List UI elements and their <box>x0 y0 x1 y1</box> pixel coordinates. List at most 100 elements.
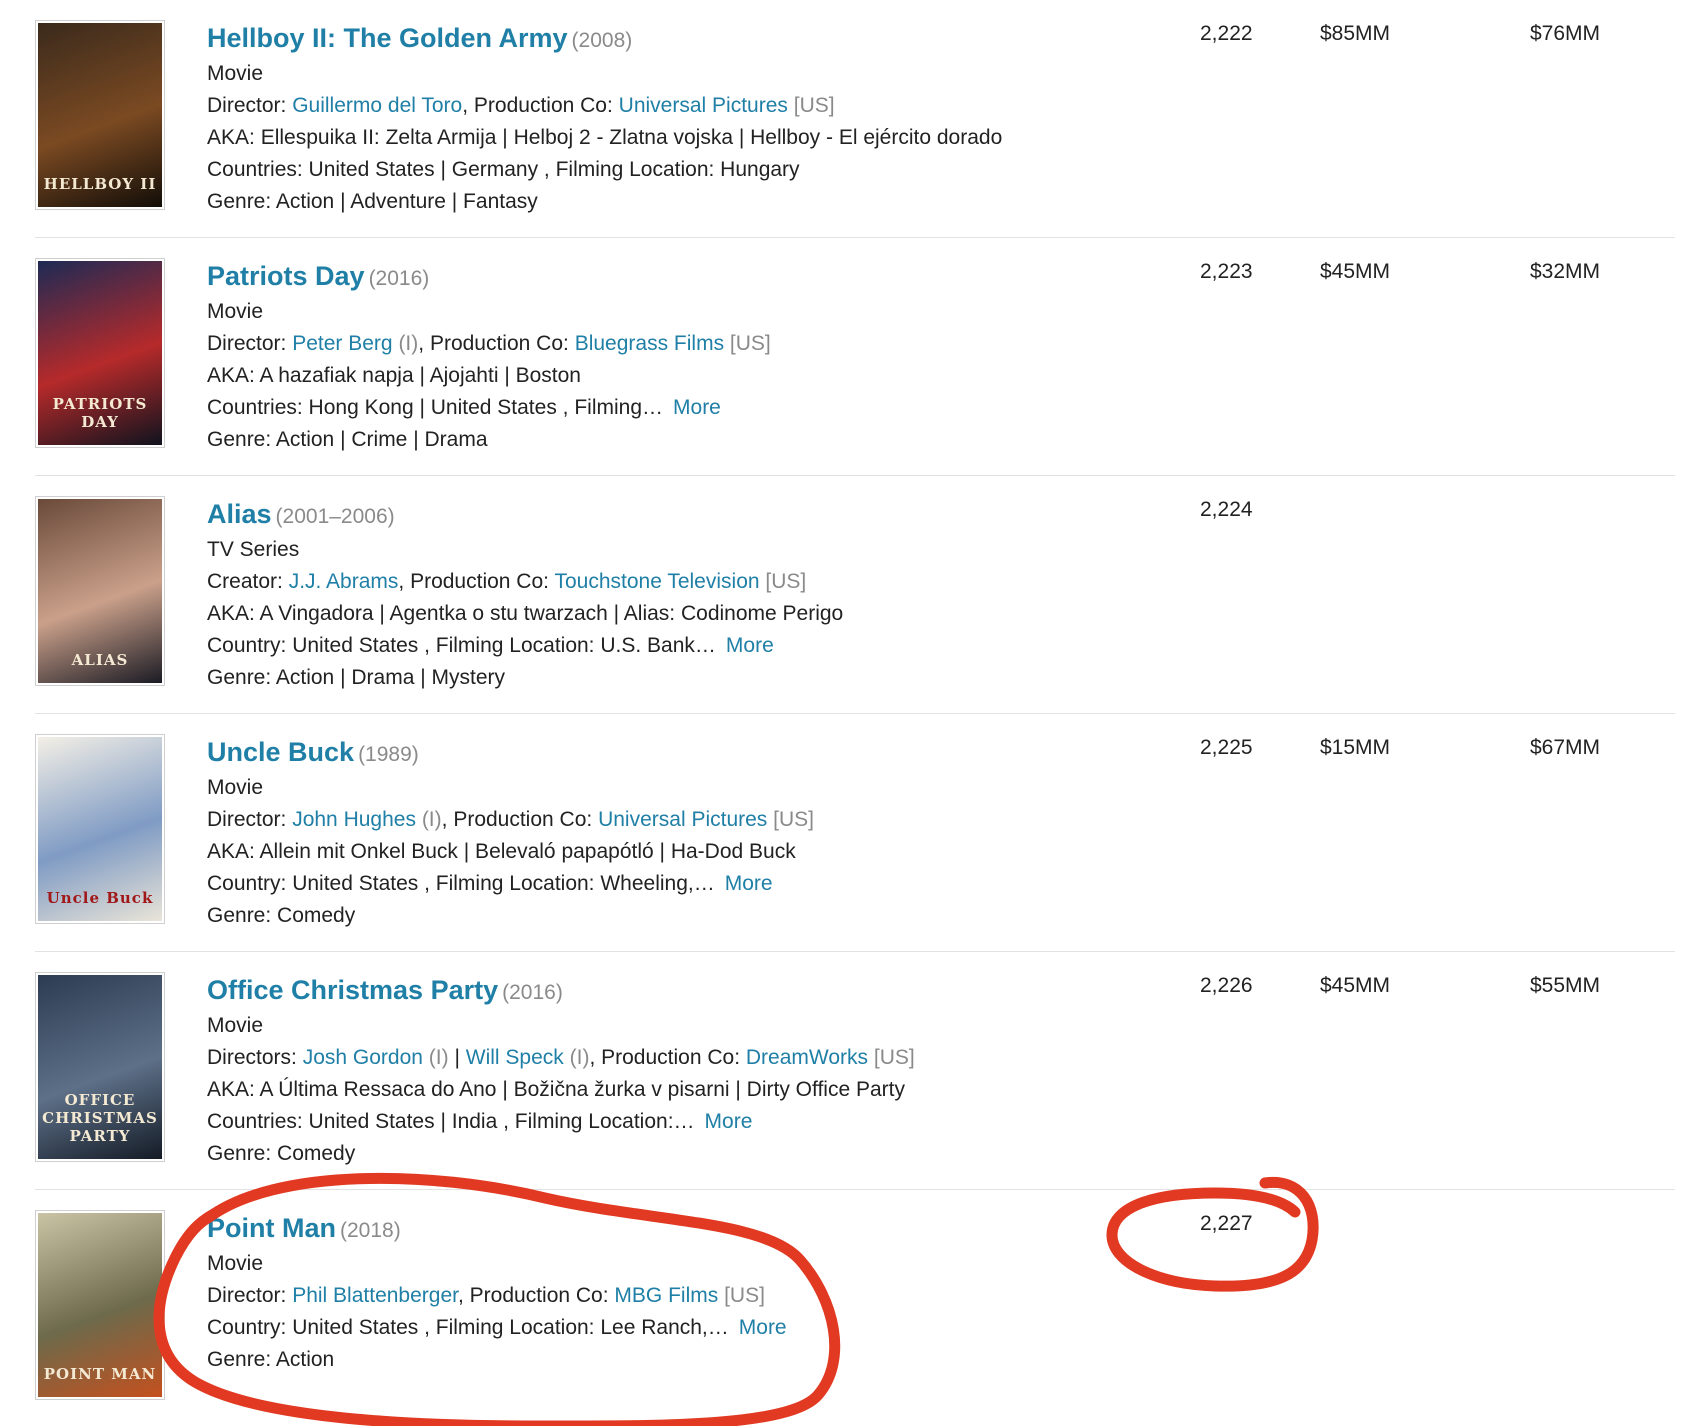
poster-thumbnail[interactable]: ALIAS <box>35 496 165 686</box>
title-info: Alias (2001–2006) TV Series Creator: J.J. A… <box>207 496 1107 694</box>
aka-line: AKA: Ellespuika II: Zelta Armija | Helbo… <box>207 126 1003 149</box>
genre-line: Genre: Action | Crime | Drama <box>207 428 488 451</box>
title-info: Point Man (2018) Movie Director: Phil Blatt… <box>207 1210 1107 1376</box>
rank-value: 2,224 <box>1200 498 1253 521</box>
director-link[interactable]: Guillermo del Toro <box>292 94 462 117</box>
aka-line: AKA: A Última Ressaca do Ano | Božična ž… <box>207 1078 905 1101</box>
poster-image: ALIAS <box>38 499 162 683</box>
title-year: (2016) <box>368 267 430 290</box>
rank-value: 2,223 <box>1200 260 1253 283</box>
director-label: Directors: <box>207 1046 297 1069</box>
credits-comma: , <box>398 570 411 593</box>
poster-image: PATRIOTS DAY <box>38 261 162 445</box>
credits-line: Director: John Hughes (I), Production Co… <box>207 804 1107 836</box>
director-suffix: (I) <box>421 808 442 831</box>
director-link[interactable]: Peter Berg <box>292 332 392 355</box>
poster-thumbnail[interactable]: HELLBOY II <box>35 20 165 210</box>
title-link[interactable]: Uncle Buck <box>207 737 354 767</box>
production-label: Production Co: <box>429 332 569 355</box>
poster-caption: POINT MAN <box>43 1365 157 1383</box>
gross-value: $55MM <box>1530 974 1601 997</box>
poster-caption: PATRIOTS DAY <box>52 395 148 431</box>
title-type: Movie <box>207 62 264 85</box>
genre-line: Genre: Comedy <box>207 904 356 927</box>
aka-line: AKA: Allein mit Onkel Buck | Belevaló pa… <box>207 840 796 863</box>
poster-caption: ALIAS <box>71 651 129 669</box>
production-company-link[interactable]: Universal Pictures <box>598 808 767 831</box>
genre-line: Genre: Action | Drama | Mystery <box>207 666 505 689</box>
gross-value: $32MM <box>1530 260 1601 283</box>
budget-value: $85MM <box>1320 22 1391 45</box>
director-link[interactable]: J.J. Abrams <box>289 570 399 593</box>
countries-line: Countries: United States | India , Filmi… <box>207 1106 1107 1138</box>
title-link[interactable]: Point Man <box>207 1213 336 1243</box>
poster-thumbnail[interactable]: PATRIOTS DAY <box>35 258 165 448</box>
title-year: (2001–2006) <box>275 505 395 528</box>
director-link[interactable]: Phil Blattenberger <box>292 1284 458 1307</box>
title-info: Uncle Buck (1989) Movie Director: John Hugh… <box>207 734 1107 932</box>
countries-line: Country: United States , Filming Locatio… <box>207 868 1107 900</box>
result-row: Uncle Buck Uncle Buck (1989) Movie Director:… <box>35 714 1675 952</box>
director-link[interactable]: Will Speck <box>466 1046 564 1069</box>
title-year: (1989) <box>358 743 419 766</box>
more-link[interactable]: More <box>725 872 773 895</box>
result-row: OFFICE CHRISTMAS PARTY Office Christmas P… <box>35 952 1675 1190</box>
result-row: POINT MAN Point Man (2018) Movie Director: P… <box>35 1190 1675 1428</box>
poster-caption: OFFICE CHRISTMAS PARTY <box>42 1091 158 1145</box>
production-company-link[interactable]: Touchstone Television <box>554 570 759 593</box>
poster-thumbnail[interactable]: Uncle Buck <box>35 734 165 924</box>
title-link[interactable]: Hellboy II: The Golden Army <box>207 23 568 53</box>
director-separator: | <box>448 1046 466 1069</box>
poster-thumbnail[interactable]: OFFICE CHRISTMAS PARTY <box>35 972 165 1162</box>
production-company-link[interactable]: MBG Films <box>614 1284 718 1307</box>
production-company-link[interactable]: Universal Pictures <box>619 94 788 117</box>
credits-comma: , <box>418 332 430 355</box>
budget-value: $15MM <box>1320 736 1391 759</box>
poster-image: HELLBOY II <box>38 23 162 207</box>
credits-line: Director: Peter Berg (I), Production Co:… <box>207 328 1107 360</box>
title-type: TV Series <box>207 538 300 561</box>
poster-image: POINT MAN <box>38 1213 162 1397</box>
title-link[interactable]: Office Christmas Party <box>207 975 498 1005</box>
production-company-link[interactable]: DreamWorks <box>746 1046 868 1069</box>
countries-line: Countries: United States | Germany , Fil… <box>207 154 1107 186</box>
director-label: Director: <box>207 94 287 117</box>
director-link[interactable]: John Hughes <box>292 808 416 831</box>
aka-line: AKA: A hazafiak napja | Ajojahti | Bosto… <box>207 364 581 387</box>
countries-text: Country: United States , Filming Locatio… <box>207 634 716 657</box>
more-link[interactable]: More <box>673 396 721 419</box>
director-label: Director: <box>207 1284 287 1307</box>
director-suffix: (I) <box>569 1046 590 1069</box>
production-company-link[interactable]: Bluegrass Films <box>575 332 724 355</box>
production-label: Production Co: <box>601 1046 741 1069</box>
more-link[interactable]: More <box>739 1316 787 1339</box>
production-country: [US] <box>765 570 807 593</box>
director-suffix: (I) <box>398 332 419 355</box>
production-country: [US] <box>729 332 771 355</box>
rank-value: 2,225 <box>1200 736 1253 759</box>
credits-comma: , <box>589 1046 602 1069</box>
credits-line: Director: Guillermo del Toro, Production… <box>207 90 1107 122</box>
more-link[interactable]: More <box>726 634 774 657</box>
result-row: PATRIOTS DAY Patriots Day (2016) Movie Direc… <box>35 238 1675 476</box>
title-link[interactable]: Patriots Day <box>207 261 365 291</box>
production-label: Production Co: <box>410 570 549 593</box>
director-link[interactable]: Josh Gordon <box>303 1046 423 1069</box>
title-year: (2008) <box>571 29 633 52</box>
title-link[interactable]: Alias <box>207 499 272 529</box>
poster-thumbnail[interactable]: POINT MAN <box>35 1210 165 1400</box>
countries-text: Countries: Hong Kong | United States , F… <box>207 396 664 419</box>
credits-comma: , <box>441 808 454 831</box>
more-link[interactable]: More <box>705 1110 753 1133</box>
credits-line: Creator: J.J. Abrams, Production Co: Tou… <box>207 566 1107 598</box>
production-country: [US] <box>873 1046 915 1069</box>
gross-value: $76MM <box>1530 22 1601 45</box>
director-suffix: (I) <box>428 1046 449 1069</box>
production-country: [US] <box>773 808 814 831</box>
title-type: Movie <box>207 300 264 323</box>
director-label: Director: <box>207 808 287 831</box>
rank-value: 2,226 <box>1200 974 1253 997</box>
title-type: Movie <box>207 776 264 799</box>
credits-comma: , <box>457 1284 470 1307</box>
credits-comma: , <box>462 94 474 117</box>
